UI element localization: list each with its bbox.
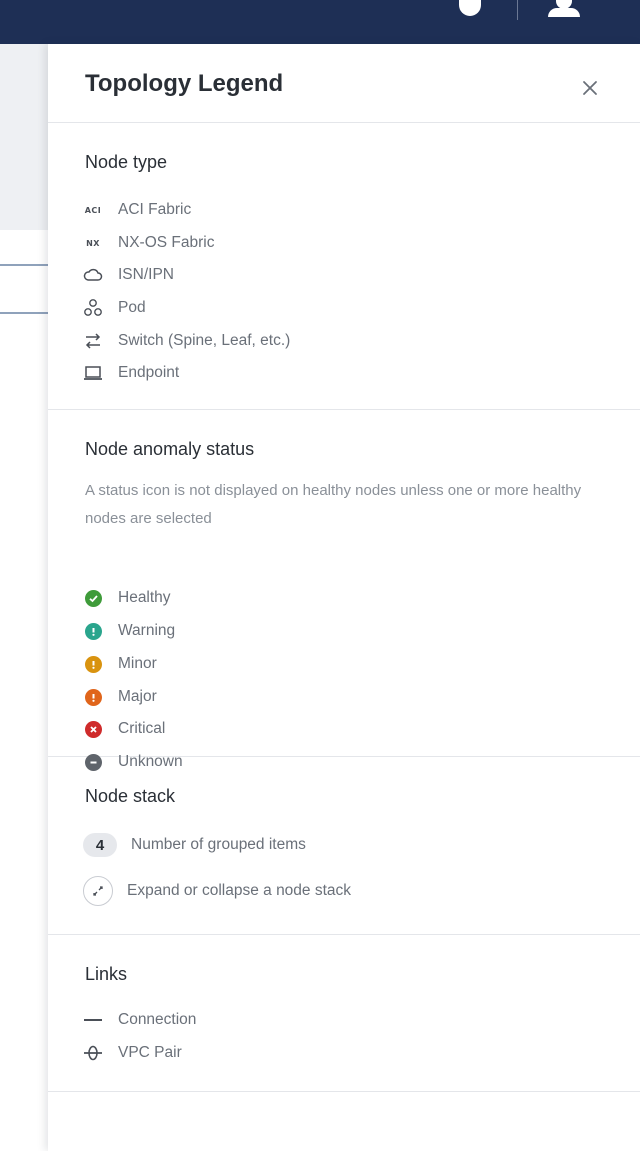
- healthy-check-icon: [84, 589, 102, 607]
- links-title: Links: [85, 964, 128, 984]
- legend-item-isn-ipn: ISN/IPN: [82, 264, 174, 286]
- close-button[interactable]: [578, 76, 602, 100]
- critical-x-icon: [84, 720, 102, 738]
- anomaly-title: Node anomaly status: [85, 439, 255, 459]
- status-label: Critical: [118, 720, 166, 737]
- aci-text-icon: ACI: [84, 205, 102, 215]
- legend-label: ISN/IPN: [118, 266, 174, 283]
- legend-label: Pod: [118, 299, 146, 316]
- node-stack-title: Node stack: [85, 786, 176, 806]
- status-item-warning: Warning: [82, 620, 175, 642]
- legend-label: Switch (Spine, Leaf, etc.): [118, 332, 291, 349]
- laptop-icon: [82, 362, 104, 384]
- status-item-healthy: Healthy: [82, 587, 171, 609]
- node-stack-expand-item: Expand or collapse a node stack: [83, 875, 351, 907]
- expand-collapse-icon[interactable]: [83, 876, 113, 906]
- cloud-icon: [82, 264, 104, 286]
- link-label: VPC Pair: [118, 1044, 182, 1061]
- panel-title: Topology Legend: [85, 70, 284, 97]
- status-item-minor: Minor: [82, 653, 157, 675]
- expand-label: Expand or collapse a node stack: [127, 882, 352, 899]
- legend-item-pod: Pod: [82, 297, 146, 319]
- user-icon[interactable]: [548, 0, 580, 17]
- warning-icon: [84, 622, 102, 640]
- background-divider: [0, 312, 55, 314]
- node-type-title: Node type: [85, 152, 168, 172]
- status-label: Major: [118, 688, 157, 705]
- links-section: Links Connection VPC Pair: [48, 935, 640, 1092]
- topology-legend-panel: Topology Legend Node type ACI ACI Fabric…: [48, 44, 640, 1151]
- minor-icon: [84, 655, 102, 673]
- link-item-vpc-pair: VPC Pair: [82, 1042, 182, 1064]
- count-badge: 4: [83, 833, 117, 857]
- major-icon: [84, 688, 102, 706]
- legend-label: ACI Fabric: [118, 201, 192, 218]
- node-stack-count-item: 4 Number of grouped items: [83, 832, 306, 858]
- pod-icon: [82, 297, 104, 319]
- link-label: Connection: [118, 1011, 197, 1028]
- legend-item-nxos-fabric: NX NX-OS Fabric: [82, 232, 214, 254]
- nav-divider: [517, 0, 518, 20]
- link-item-connection: Connection: [82, 1009, 196, 1031]
- legend-item-switch: Switch (Spine, Leaf, etc.): [82, 330, 290, 352]
- status-label: Warning: [118, 622, 176, 639]
- status-label: Healthy: [118, 589, 171, 606]
- node-stack-section: Node stack 4 Number of grouped items Exp…: [48, 757, 640, 935]
- close-icon[interactable]: [578, 76, 602, 100]
- legend-label: NX-OS Fabric: [118, 234, 215, 251]
- anomaly-section: Node anomaly status A status icon is not…: [48, 410, 640, 771]
- legend-item-aci-fabric: ACI ACI Fabric: [82, 199, 192, 221]
- switch-arrows-icon: [82, 330, 104, 352]
- vpc-pair-icon: [82, 1042, 104, 1064]
- background-divider: [0, 264, 55, 266]
- connection-line-icon: [82, 1009, 104, 1031]
- status-label: Minor: [118, 655, 157, 672]
- count-label: Number of grouped items: [131, 836, 306, 853]
- help-icon[interactable]: [459, 0, 481, 16]
- status-item-major: Major: [82, 686, 157, 708]
- top-nav-bar: [0, 0, 640, 44]
- panel-header: Topology Legend: [48, 44, 640, 123]
- nx-text-icon: NX: [86, 238, 100, 248]
- legend-label: Endpoint: [118, 364, 180, 381]
- node-type-section: Node type ACI ACI Fabric NX NX-OS Fabric…: [48, 123, 640, 410]
- anomaly-description: A status icon is not displayed on health…: [85, 482, 582, 527]
- status-item-critical: Critical: [82, 718, 165, 740]
- legend-item-endpoint: Endpoint: [82, 362, 179, 384]
